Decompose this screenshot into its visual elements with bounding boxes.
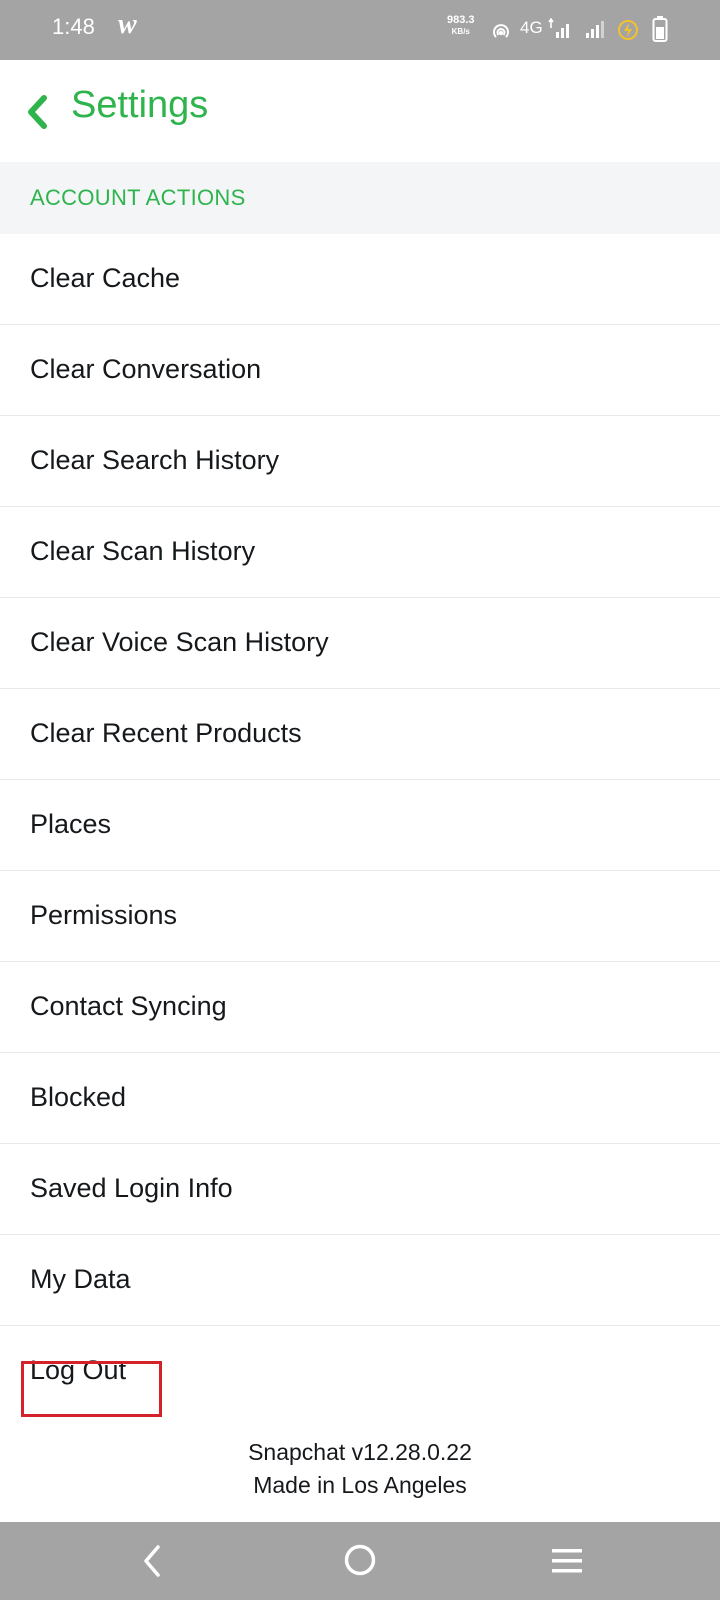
chevron-left-icon bbox=[28, 95, 47, 129]
back-button[interactable] bbox=[22, 92, 56, 132]
page-title: Settings bbox=[71, 84, 209, 126]
nav-menu-icon bbox=[552, 1549, 582, 1573]
menu-item-my-data[interactable]: My Data bbox=[0, 1235, 720, 1326]
app-notification-logo: w bbox=[118, 9, 137, 40]
menu-item-blocked[interactable]: Blocked bbox=[0, 1053, 720, 1144]
network-speed-value: 983.3 bbox=[447, 14, 475, 26]
hotspot-icon bbox=[490, 20, 512, 46]
menu-item-clear-cache[interactable]: Clear Cache bbox=[0, 234, 720, 325]
settings-header: Settings bbox=[0, 60, 720, 162]
section-header-account-actions: ACCOUNT ACTIONS bbox=[0, 162, 720, 234]
menu-item-clear-search-history[interactable]: Clear Search History bbox=[0, 416, 720, 507]
network-type: 4G bbox=[520, 18, 543, 37]
signal-icon bbox=[548, 17, 574, 44]
account-actions-list: Clear Cache Clear Conversation Clear Sea… bbox=[0, 234, 720, 1417]
menu-item-contact-syncing[interactable]: Contact Syncing bbox=[0, 962, 720, 1053]
made-in-text: Made in Los Angeles bbox=[253, 1472, 467, 1498]
nav-home-icon bbox=[344, 1544, 376, 1576]
log-out-highlight-box bbox=[21, 1361, 162, 1417]
menu-item-label: Permissions bbox=[30, 900, 178, 930]
menu-item-clear-recent-products[interactable]: Clear Recent Products bbox=[0, 689, 720, 780]
nav-back-button[interactable] bbox=[142, 1544, 162, 1582]
menu-item-label: My Data bbox=[30, 1264, 131, 1294]
app-footer: Snapchat v12.28.0.22 Made in Los Angeles bbox=[0, 1432, 720, 1522]
charging-icon bbox=[616, 18, 640, 46]
network-speed: 983.3 KB/s bbox=[447, 15, 475, 37]
menu-item-clear-conversation[interactable]: Clear Conversation bbox=[0, 325, 720, 416]
menu-item-label: Blocked bbox=[30, 1082, 127, 1112]
menu-item-clear-scan-history[interactable]: Clear Scan History bbox=[0, 507, 720, 598]
battery-icon bbox=[652, 15, 668, 47]
menu-item-permissions[interactable]: Permissions bbox=[0, 871, 720, 962]
menu-item-label: Contact Syncing bbox=[30, 991, 227, 1021]
menu-item-label: Places bbox=[30, 809, 112, 839]
menu-item-clear-voice-scan-history[interactable]: Clear Voice Scan History bbox=[0, 598, 720, 689]
section-label: ACCOUNT ACTIONS bbox=[30, 185, 246, 210]
app-version: Snapchat v12.28.0.22 bbox=[248, 1439, 472, 1465]
signal-icon bbox=[583, 18, 609, 44]
menu-item-label: Saved Login Info bbox=[30, 1173, 233, 1203]
status-time: 1:48 bbox=[52, 14, 95, 39]
menu-item-places[interactable]: Places bbox=[0, 780, 720, 871]
system-navigation-bar bbox=[0, 1522, 720, 1600]
menu-item-label: Clear Recent Products bbox=[30, 718, 302, 748]
status-bar: 1:48 w 983.3 KB/s 4G bbox=[0, 0, 720, 60]
nav-recent-apps-button[interactable] bbox=[550, 1546, 584, 1580]
network-speed-unit: KB/s bbox=[451, 27, 470, 36]
menu-item-label: Clear Cache bbox=[30, 263, 181, 293]
menu-item-saved-login-info[interactable]: Saved Login Info bbox=[0, 1144, 720, 1235]
menu-item-label: Clear Scan History bbox=[30, 536, 256, 566]
nav-back-icon bbox=[144, 1545, 160, 1577]
nav-home-button[interactable] bbox=[343, 1543, 377, 1581]
menu-item-label: Clear Search History bbox=[30, 445, 280, 475]
menu-item-label: Clear Conversation bbox=[30, 354, 262, 384]
menu-item-label: Clear Voice Scan History bbox=[30, 627, 329, 657]
